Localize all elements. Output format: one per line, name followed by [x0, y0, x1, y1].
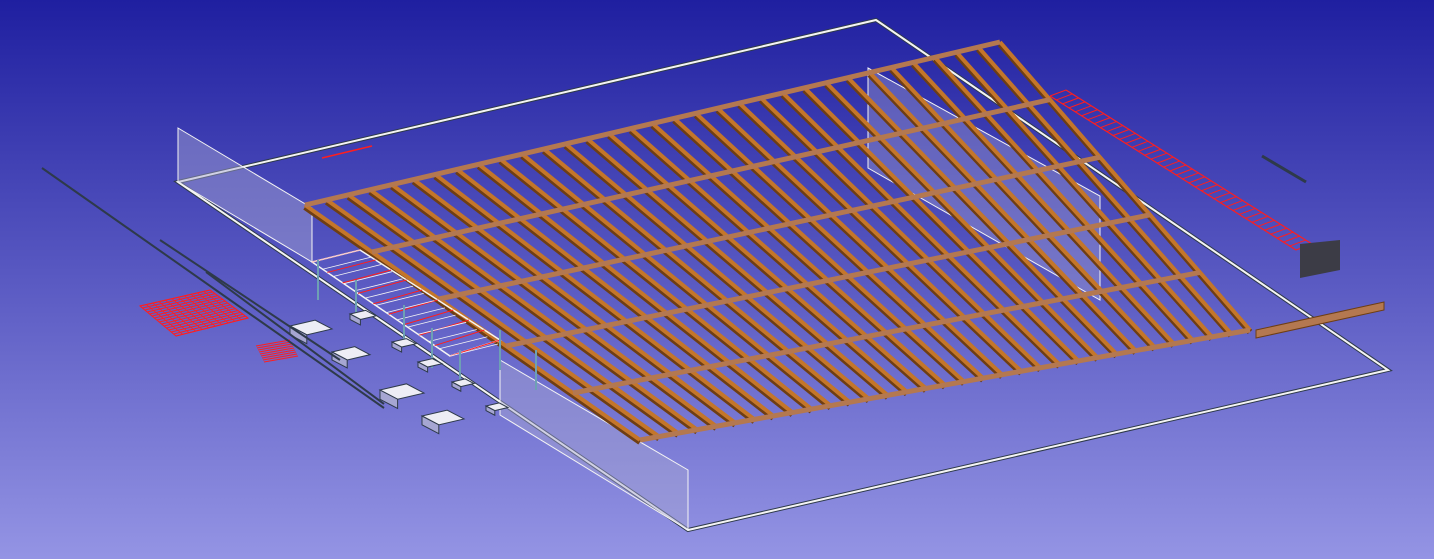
structural-model-scene [0, 0, 1434, 559]
3d-viewport[interactable] [0, 0, 1434, 559]
